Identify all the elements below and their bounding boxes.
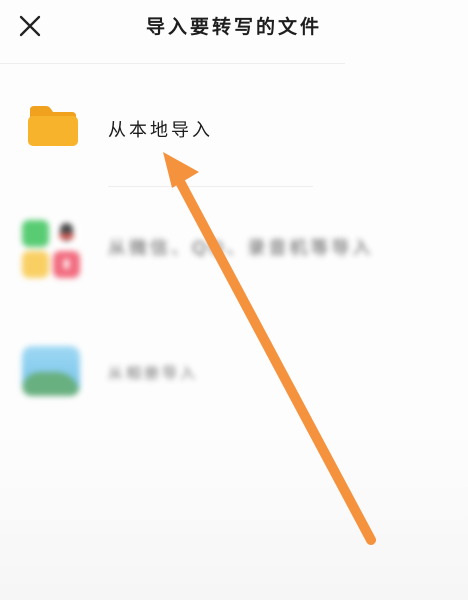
option-label-apps: 从微信、QQ、录音机等导入 [108,238,374,259]
option-import-album[interactable]: 从相册导入 [0,320,468,416]
option-label-album: 从相册导入 [108,364,199,382]
qq-icon [53,220,80,247]
page-title: 导入要转写的文件 [145,16,322,38]
header-bar: 导入要转写的文件 [0,0,468,62]
header-divider [0,63,345,64]
option-import-local[interactable]: 从本地导入 [0,80,468,176]
empty-area [0,430,468,600]
row-divider [108,186,313,187]
option-import-apps[interactable]: 从微信、QQ、录音机等导入 [0,196,468,292]
wechat-icon [22,220,49,247]
mic-app-icon [53,251,80,278]
folder-icon [28,106,78,146]
recorder-icon [22,251,49,278]
wechat-qq-apps-icon [22,220,82,280]
import-file-screen: 导入要转写的文件 从本地导入 从微信、QQ、录音机等导入 从相册导入 [0,0,468,600]
option-label-local: 从本地导入 [108,120,213,141]
photo-album-icon [22,346,80,396]
